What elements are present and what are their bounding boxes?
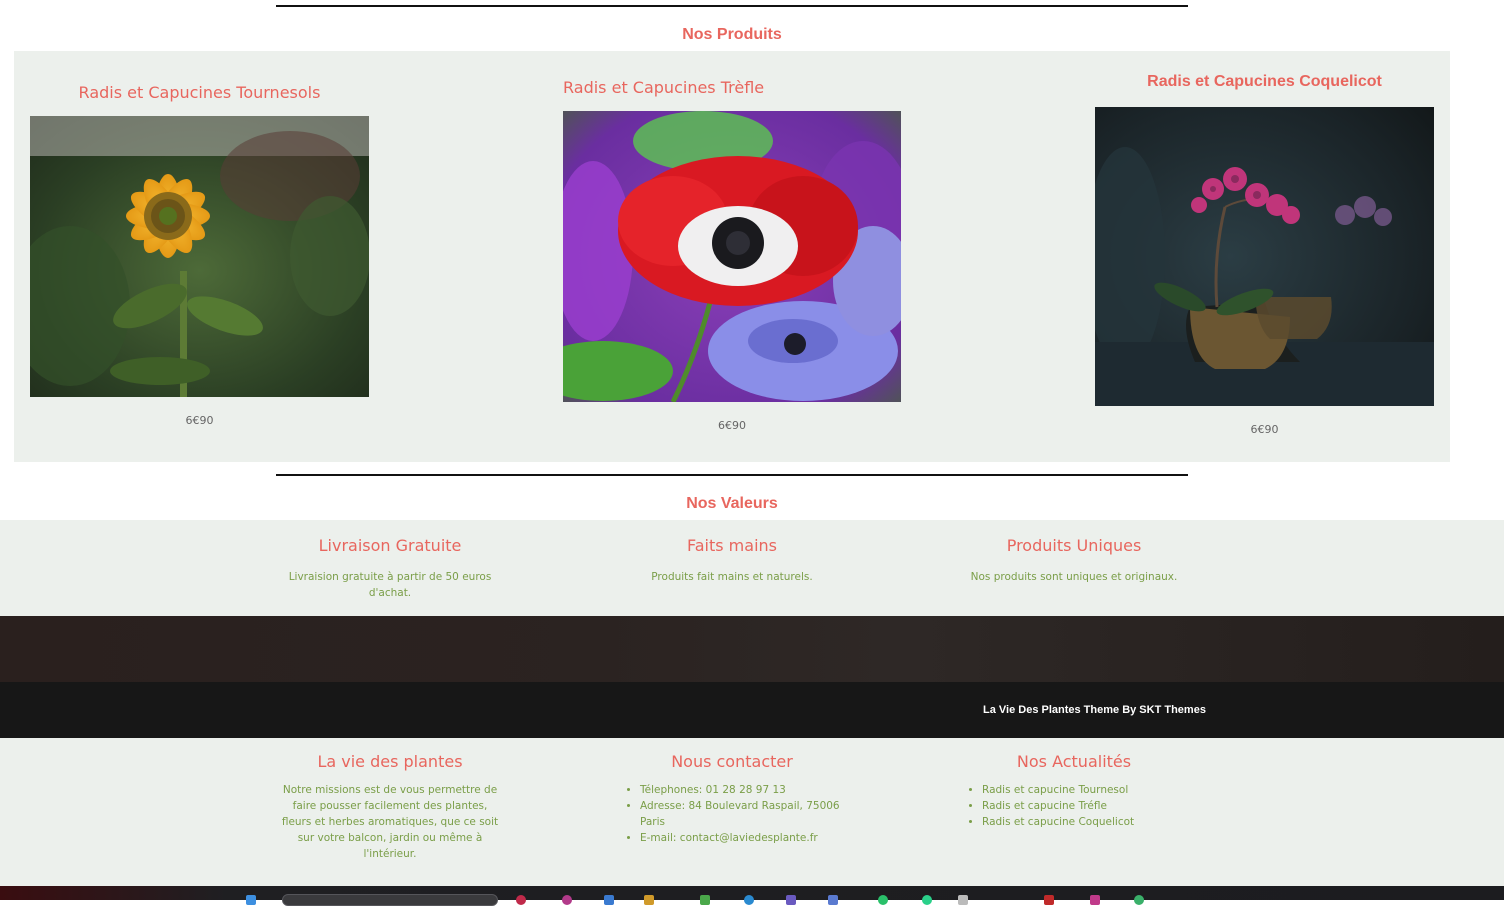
value-title: Livraison Gratuite <box>318 536 462 555</box>
footer-contact-title: Nous contacter <box>671 752 793 771</box>
value-card: Faits mains Produits fait mains et natur… <box>617 536 847 585</box>
footer-contact: Nous contacter Télephones: 01 28 28 97 1… <box>624 752 840 846</box>
value-text: Livraision gratuite à partir de 50 euros… <box>288 571 492 599</box>
contact-email[interactable]: E-mail: contact@laviedesplante.fr <box>640 830 840 846</box>
app-icon[interactable] <box>786 895 796 905</box>
footer-news: Nos Actualités Radis et capucine Tournes… <box>966 752 1182 830</box>
footer-background-band <box>0 616 1504 682</box>
app-icon[interactable] <box>1090 895 1100 905</box>
values-band: Livraison Gratuite Livraision gratuite à… <box>0 520 1504 616</box>
app-icon[interactable] <box>516 895 526 905</box>
values-section-title: Nos Valeurs <box>686 495 778 512</box>
credit-bar: La Vie Des Plantes Theme By SKT Themes <box>0 682 1504 738</box>
product-card[interactable]: Radis et Capucines Tournesols 6€90 <box>30 51 369 451</box>
orchid-photo[interactable] <box>1095 107 1434 406</box>
contact-address: Adresse: 84 Boulevard Raspail, 75006 Par… <box>640 798 840 830</box>
footer: La vie des plantes Notre missions est de… <box>0 738 1504 886</box>
news-link[interactable]: Radis et capucine Tréfle <box>982 798 1182 814</box>
product-price: 6€90 <box>718 419 746 432</box>
value-card: Produits Uniques Nos produits sont uniqu… <box>959 536 1189 585</box>
product-title[interactable]: Radis et Capucines Tournesols <box>30 83 369 102</box>
app-icon[interactable] <box>1044 895 1054 905</box>
product-price: 6€90 <box>1250 423 1279 436</box>
value-title: Faits mains <box>687 536 777 555</box>
windows-start-icon[interactable] <box>246 895 256 905</box>
app-icon[interactable] <box>744 895 754 905</box>
products-section-title: Nos Produits <box>682 26 782 43</box>
product-title[interactable]: Radis et Capucines Coquelicot <box>1095 73 1434 91</box>
value-text: Produits fait mains et naturels. <box>651 571 813 583</box>
app-icon[interactable] <box>958 895 968 905</box>
os-taskbar <box>0 886 1504 906</box>
theme-credit[interactable]: La Vie Des Plantes Theme By SKT Themes <box>983 704 1206 716</box>
app-icon[interactable] <box>878 895 888 905</box>
footer-news-title: Nos Actualités <box>1016 752 1132 771</box>
footer-about: La vie des plantes Notre missions est de… <box>280 752 500 862</box>
values-divider <box>276 474 1188 476</box>
news-link[interactable]: Radis et capucine Coquelicot <box>982 814 1182 830</box>
product-price: 6€90 <box>185 414 214 427</box>
app-icon[interactable] <box>644 895 654 905</box>
news-link[interactable]: Radis et capucine Tournesol <box>982 782 1182 798</box>
news-list: Radis et capucine Tournesol Radis et cap… <box>966 782 1182 830</box>
contact-phone: Télephones: 01 28 28 97 13 <box>640 782 840 798</box>
contact-list: Télephones: 01 28 28 97 13 Adresse: 84 B… <box>624 782 840 846</box>
taskbar-search[interactable] <box>282 894 498 906</box>
top-divider <box>276 5 1188 7</box>
product-card[interactable]: Radis et Capucines Coquelicot 6€90 <box>1095 51 1434 451</box>
poppy-anemone-photo[interactable] <box>563 111 901 402</box>
value-text: Nos produits sont uniques et originaux. <box>970 571 1178 583</box>
app-icon[interactable] <box>562 895 572 905</box>
products-panel: Radis et Capucines Tournesols 6€90 Radis… <box>14 51 1450 462</box>
product-card[interactable]: Radis et Capucines Trèfle 6€90 <box>563 51 901 451</box>
sunflower-photo[interactable] <box>30 116 369 397</box>
app-icon[interactable] <box>922 895 932 905</box>
app-icon[interactable] <box>828 895 838 905</box>
value-title: Produits Uniques <box>1006 536 1142 555</box>
footer-about-title: La vie des plantes <box>317 752 463 771</box>
footer-about-text: Notre missions est de vous permettre de … <box>281 784 499 860</box>
value-card: Livraison Gratuite Livraision gratuite à… <box>275 536 505 601</box>
product-title[interactable]: Radis et Capucines Trèfle <box>563 78 764 97</box>
app-icon[interactable] <box>1134 895 1144 905</box>
app-icon[interactable] <box>700 895 710 905</box>
app-icon[interactable] <box>604 895 614 905</box>
